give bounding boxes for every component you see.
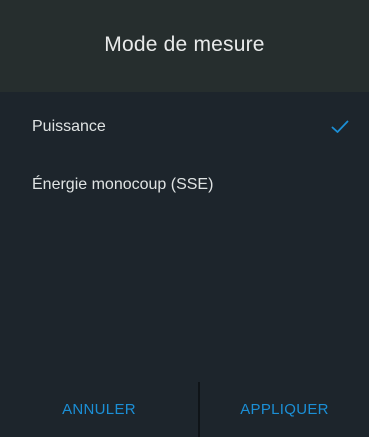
option-puissance[interactable]: Puissance [0,98,369,156]
cancel-button[interactable]: ANNULER [0,382,198,437]
checkmark-icon [331,120,349,133]
dialog-footer: ANNULER APPLIQUER [0,382,369,437]
option-label: Puissance [32,118,106,135]
dialog-title: Mode de mesure [104,33,265,56]
measure-mode-dialog: Mode de mesure Puissance Énergie monocou… [0,0,369,437]
measure-mode-options: Puissance Énergie monocoup (SSE) [0,92,369,382]
option-label: Énergie monocoup (SSE) [32,176,214,193]
apply-button[interactable]: APPLIQUER [200,382,369,437]
option-energie-monocoup[interactable]: Énergie monocoup (SSE) [0,156,369,214]
dialog-header: Mode de mesure [0,0,369,92]
